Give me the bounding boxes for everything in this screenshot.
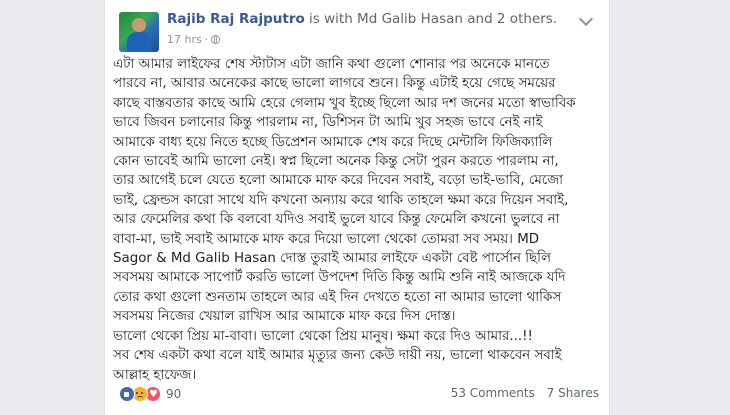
- globe-icon[interactable]: [211, 35, 221, 44]
- post-body-line: ভাই, ফ্রেন্ডস কারো সাথে যদি কখনো অন্যায়…: [113, 192, 569, 208]
- post-header: Rajib Raj Rajputro is with Md Galib Hasa…: [119, 10, 599, 54]
- meta-separator: ·: [204, 33, 209, 46]
- post-body-line: ভালো থেকো প্রিয় মা-বাবা। ভালো থেকো প্রি…: [113, 328, 533, 344]
- post-body-line: সব শেষ একটা কথা বলে যাই আমার মৃত্যুর জন্…: [113, 348, 562, 364]
- post-body-line: Sagor & Md Galib Hasan দোস্ত তুরাই আমার …: [113, 251, 551, 267]
- post-card: Rajib Raj Rajputro is with Md Galib Hasa…: [104, 0, 610, 415]
- post-body-line: আমাকে বাধ্য হয়ে নিতে হচ্ছে ডিপ্রেশন আমা…: [113, 134, 553, 150]
- tagged-with-text[interactable]: is with Md Galib Hasan and 2 others.: [309, 11, 557, 27]
- comments-count[interactable]: 53 Comments: [451, 386, 535, 400]
- like-icon: [119, 386, 135, 402]
- post-meta: 17 hrs ·: [167, 33, 221, 46]
- avatar-head: [132, 18, 146, 32]
- post-body-line: ভাবে জিবন চলানোর কিন্তু পারলাম না, ডিশিস…: [113, 115, 543, 131]
- post-body-line: আল্লাহ হাফেজ।: [113, 367, 197, 383]
- post-body-line: কাছে বাস্তবতার কাছে আমি হেরে গেলাম খুব ই…: [113, 95, 576, 111]
- post-body-line: তোর কথা গুলো শুনতাম তাহলে আর এই দিন দেখত…: [113, 289, 562, 305]
- post-timestamp[interactable]: 17 hrs: [167, 33, 202, 46]
- avatar-body: [127, 32, 151, 52]
- post-body-line: এটা আমার লাইফের শেষ স্টাটাস এটা জানি কথা…: [113, 57, 550, 72]
- engagement-counts: 53 Comments 7 Shares: [451, 386, 599, 400]
- post-body-line: সবসময় আমাকে সাপোর্ট করতি ভালো উপদেশ দিত…: [113, 270, 566, 286]
- avatar[interactable]: [119, 12, 159, 52]
- author-name[interactable]: Rajib Raj Rajputro: [167, 11, 305, 27]
- post-footer: 90 53 Comments 7 Shares: [119, 384, 599, 408]
- post-body-line: সবসময় নিজের খেয়াল রাখিস আর আমাকে মাফ ক…: [113, 309, 456, 325]
- chevron-down-icon[interactable]: [578, 11, 594, 27]
- post-title-line: Rajib Raj Rajputro is with Md Galib Hasa…: [167, 11, 557, 27]
- post-body-line: পারবে না, আবার অনেকের কাছে ভালো লাগবে শু…: [113, 76, 556, 92]
- post-body: এটা আমার লাইফের শেষ স্টাটাস এটা জানি কথা…: [113, 55, 601, 385]
- reaction-count: 90: [166, 387, 182, 401]
- shares-count[interactable]: 7 Shares: [547, 386, 599, 400]
- post-body-line: আর ফেমেলির কথা কি বলবো যদিও সবাই ভুলে যা…: [113, 212, 560, 228]
- post-body-line: তার আগেই চলে যেতে হলো আমাকে মাফ করে দিবে…: [113, 173, 564, 189]
- post-body-line: বাবা-মা, ভাই সবাই আমাকে মাফ করে দিয়ো ভা…: [113, 231, 540, 247]
- post-body-line: কোন ভাবেই আমি ভালো নেই। স্বপ্ন ছিলো অনেক…: [113, 154, 559, 170]
- reactions-summary[interactable]: 90: [119, 386, 181, 402]
